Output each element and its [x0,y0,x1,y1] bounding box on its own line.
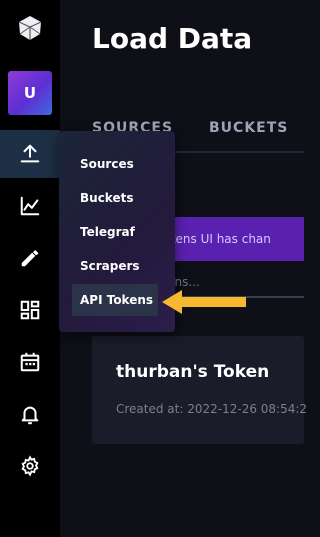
token-card[interactable]: thurban's Token Created at: 2022-12-26 0… [92,336,308,444]
user-avatar[interactable]: U [8,71,52,115]
nav-load-data[interactable] [0,130,60,178]
dashboard-grid-icon [20,300,40,320]
nav-dashboards[interactable] [0,286,60,334]
load-data-dropdown-menu: Sources Buckets Telegraf Scrapers API To… [59,131,175,332]
nav-tasks[interactable] [0,338,60,386]
nav-settings[interactable] [0,442,60,490]
bell-icon [21,406,39,425]
upload-icon [20,144,40,163]
menu-item-buckets[interactable]: Buckets [72,182,158,214]
pointer-arrow-icon [162,290,246,314]
avatar-letter: U [23,84,37,102]
menu-item-sources[interactable]: Sources [72,148,158,180]
calendar-icon [20,352,40,372]
menu-item-scrapers[interactable]: Scrapers [72,250,158,282]
chart-line-icon [20,196,40,216]
nav-alerts[interactable] [0,390,60,438]
token-created-at: Created at: 2022-12-26 08:54:2 [116,402,308,416]
page-title: Load Data [92,22,253,55]
token-name[interactable]: thurban's Token [116,362,269,382]
influx-cube-icon[interactable] [14,12,46,44]
tab-buckets[interactable]: BUCKETS [209,120,288,136]
menu-item-telegraf[interactable]: Telegraf [72,216,158,248]
menu-item-api-tokens[interactable]: API Tokens [72,284,158,316]
nav-notebooks[interactable] [0,234,60,282]
nav-data-explorer[interactable] [0,182,60,230]
gear-icon [21,455,39,477]
sidebar: U [0,0,60,537]
pencil-icon [21,250,39,267]
